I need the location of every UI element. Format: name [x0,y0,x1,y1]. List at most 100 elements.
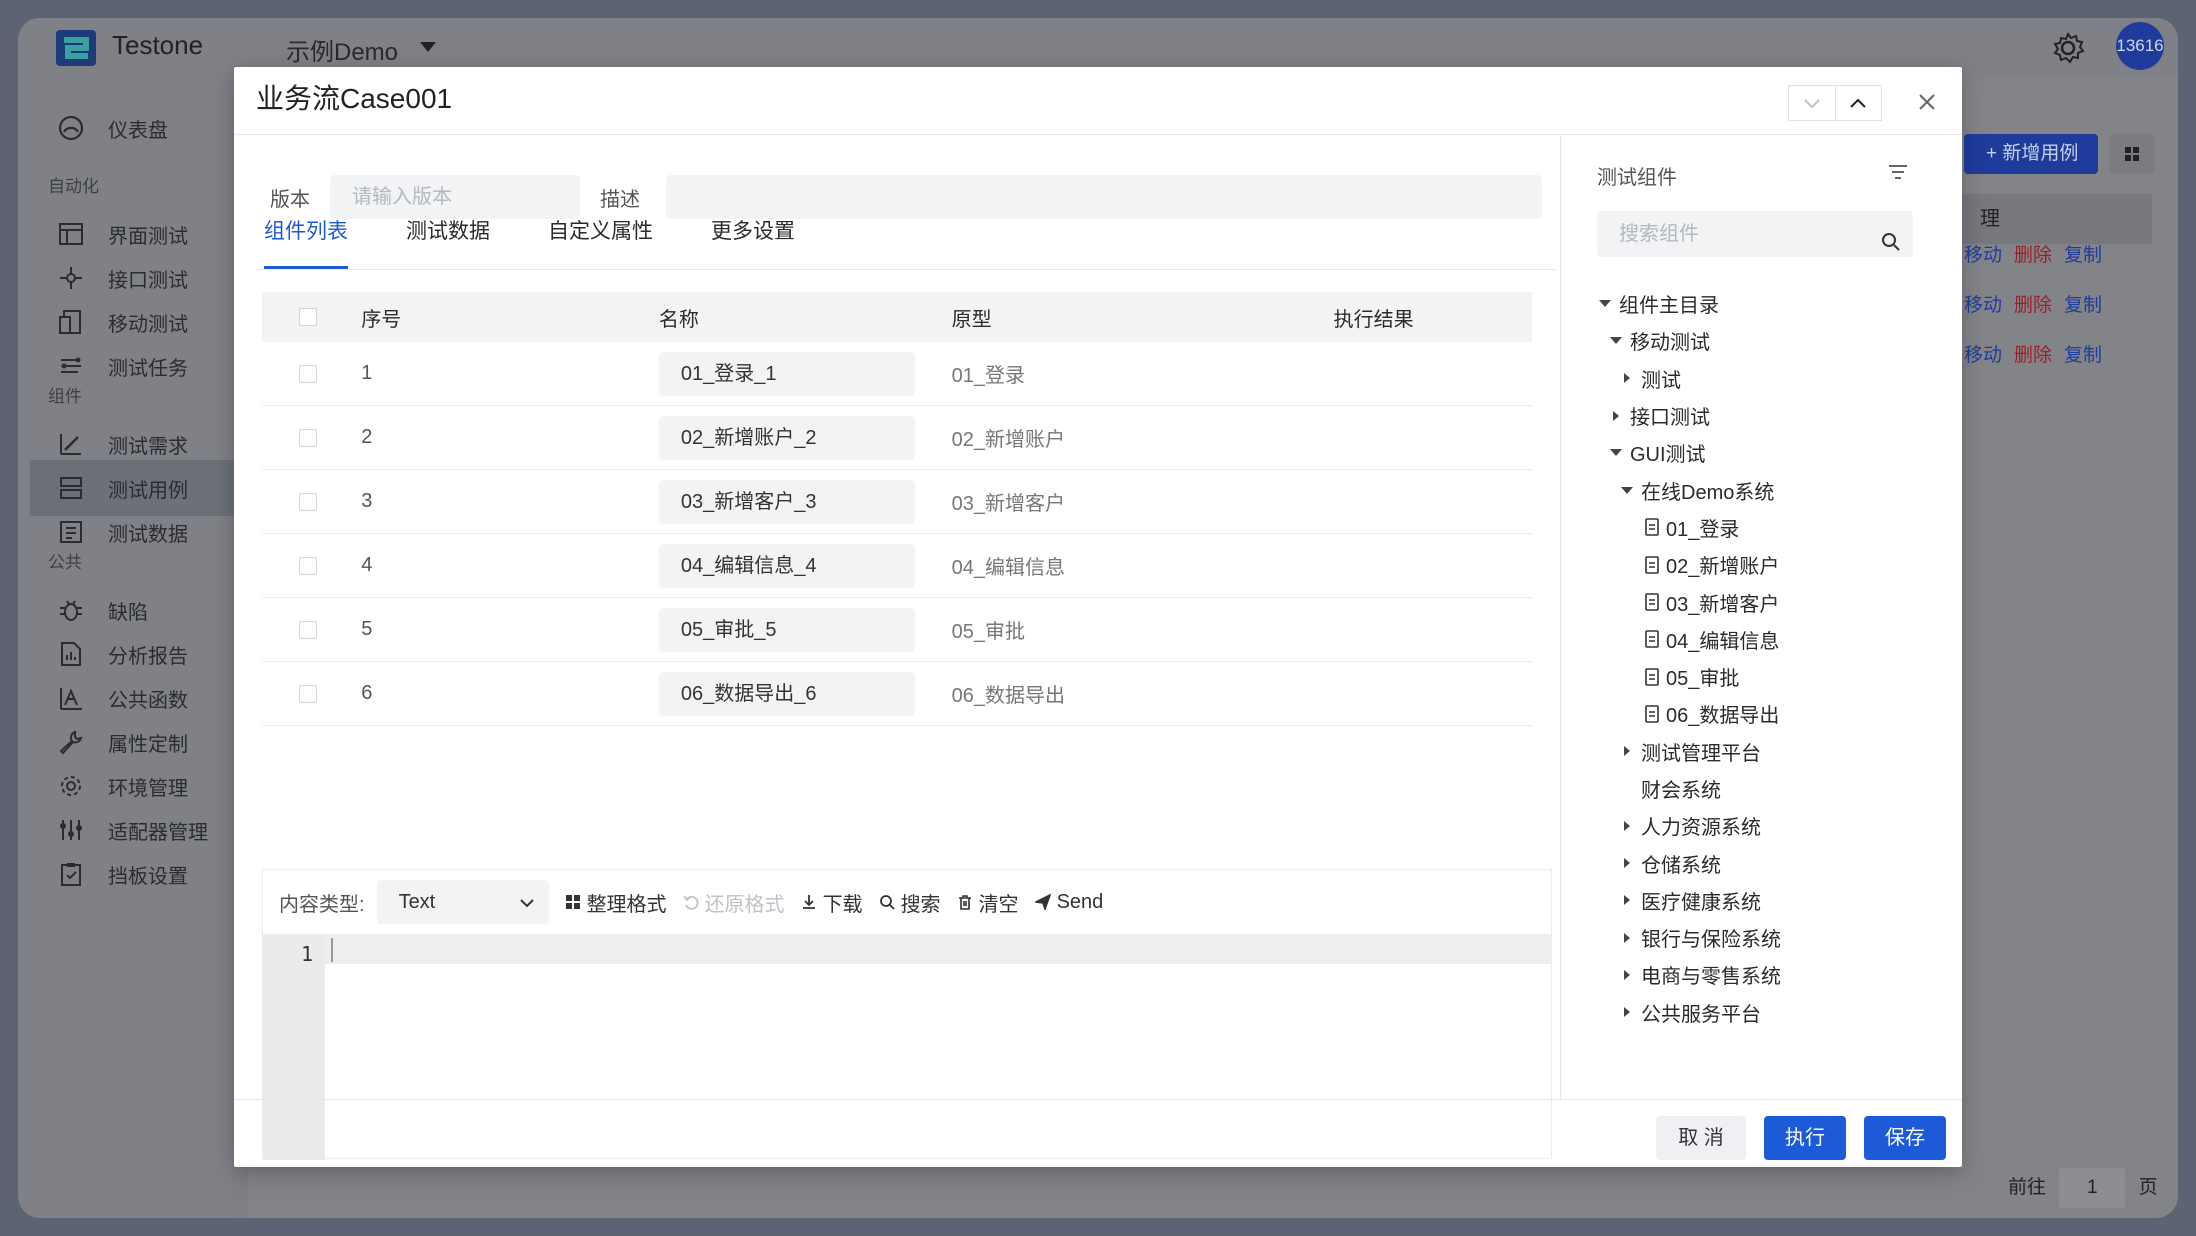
row-checkbox[interactable] [298,492,317,511]
tree-node[interactable]: GUI测试 [1597,434,1937,471]
caret-right-icon[interactable] [1619,967,1635,983]
content-type-select[interactable]: Text [376,880,549,924]
table-row[interactable]: 1 01_登录_1 01_登录 [262,342,1532,406]
sidebar-item-mock[interactable]: 挡板设置 [30,846,240,902]
row-checkbox[interactable] [298,556,317,575]
tree-node[interactable]: 银行与保险系统 [1597,919,1937,956]
tree-node[interactable]: 04_编辑信息 [1597,621,1937,658]
delete-link[interactable]: 删除 [2014,345,2052,366]
component-search-input[interactable]: 搜索组件 [1597,211,1913,257]
tree-node[interactable]: 仓储系统 [1597,844,1937,881]
delete-link[interactable]: 删除 [2014,295,2052,316]
tab-more-settings[interactable]: 更多设置 [711,215,795,255]
restore-format-button[interactable]: 还原格式 [682,888,785,917]
row-checkbox[interactable] [298,364,317,383]
user-avatar[interactable]: 13616 [2116,22,2164,70]
search-button[interactable]: 搜索 [879,888,941,917]
row-name-field[interactable]: 01_登录_1 [658,351,915,396]
tree-node[interactable]: 03_新增客户 [1597,583,1937,620]
tab-component-list[interactable]: 组件列表 [264,215,348,269]
adapter-icon [56,815,86,845]
caret-right-icon[interactable] [1619,855,1635,871]
table-row[interactable]: 4 04_编辑信息_4 04_编辑信息 [262,534,1532,598]
settings-gear-icon[interactable] [2050,30,2086,66]
row-name-field[interactable]: 02_新增账户_2 [658,415,915,460]
tree-node[interactable]: 公共服务平台 [1597,994,1937,1031]
caret-down-icon[interactable] [1597,296,1613,312]
tree-node[interactable]: 组件主目录 [1597,285,1937,322]
row-checkbox[interactable] [298,428,317,447]
format-button[interactable]: 整理格式 [565,888,667,917]
save-button[interactable]: 保存 [1864,1116,1946,1160]
run-button[interactable]: 执行 [1764,1116,1846,1160]
version-input[interactable] [330,175,580,219]
tree-node[interactable]: 在线Demo系统 [1597,471,1937,508]
tree-node[interactable]: 医疗健康系统 [1597,882,1937,919]
copy-link[interactable]: 复制 [2064,245,2102,266]
caret-right-icon[interactable] [1619,1004,1635,1020]
tree-node[interactable]: 05_审批 [1597,658,1937,695]
move-link[interactable]: 移动 [1964,345,2002,366]
description-input[interactable] [666,175,1542,219]
caret-right-icon[interactable] [1619,818,1635,834]
download-button[interactable]: 下载 [801,888,863,917]
move-link[interactable]: 移动 [1964,245,2002,266]
grid-icon [565,894,581,910]
row-name-field[interactable]: 04_编辑信息_4 [658,543,915,588]
tree-node[interactable]: 人力资源系统 [1597,807,1937,844]
add-case-button[interactable]: + 新增用例 [1964,134,2098,174]
caret-down-icon[interactable] [420,42,436,52]
caret-right-icon[interactable] [1608,408,1624,424]
search-icon[interactable] [1881,223,1901,269]
send-button[interactable]: Send [1034,891,1103,914]
tab-custom-attributes[interactable]: 自定义属性 [548,215,653,255]
tab-test-data[interactable]: 测试数据 [406,215,490,255]
record-navigation [1788,85,1882,121]
table-row[interactable]: 2 02_新增账户_2 02_新增账户 [262,406,1532,470]
caret-down-icon[interactable] [1608,445,1624,461]
sidebar-item-label: 缺陷 [108,601,148,624]
tree-node[interactable]: 财会系统 [1597,770,1937,807]
tree-node[interactable]: 电商与零售系统 [1597,956,1937,993]
row-actions: 移动 删除 复制 [1964,290,2114,317]
table-row[interactable]: 6 06_数据导出_6 06_数据导出 [262,662,1532,726]
cancel-button[interactable]: 取 消 [1656,1116,1746,1160]
tree-node[interactable]: 移动测试 [1597,322,1937,359]
row-name-field[interactable]: 05_审批_5 [658,607,915,652]
pager-page-input[interactable]: 1 [2059,1168,2126,1208]
caret-right-icon[interactable] [1619,370,1635,386]
tree-node[interactable]: 06_数据导出 [1597,695,1937,732]
table-row[interactable]: 5 05_审批_5 05_审批 [262,598,1532,662]
row-checkbox[interactable] [298,684,317,703]
tree-node[interactable]: 测试 [1597,360,1937,397]
tree-node[interactable]: 02_新增账户 [1597,546,1937,583]
document-icon [1644,630,1660,649]
caret-down-icon[interactable] [1619,482,1635,498]
caret-right-icon[interactable] [1619,743,1635,759]
select-all-checkbox[interactable] [298,308,317,326]
chevron-down-icon[interactable] [1789,86,1835,120]
copy-link[interactable]: 复制 [2064,345,2102,366]
row-checkbox[interactable] [298,620,317,639]
chevron-up-icon[interactable] [1834,86,1881,120]
copy-link[interactable]: 复制 [2064,295,2102,316]
active-line-highlight [325,934,1551,964]
caret-right-icon[interactable] [1619,930,1635,946]
filter-icon[interactable] [1887,161,1909,188]
clear-button[interactable]: 清空 [957,888,1019,917]
sidebar-item-dashboard[interactable]: 仪表盘 [30,100,240,156]
table-row[interactable]: 3 03_新增客户_3 03_新增客户 [262,470,1532,534]
tree-node[interactable]: 测试管理平台 [1597,733,1937,770]
tree-node[interactable]: 接口测试 [1597,397,1937,434]
text-cursor [331,938,333,962]
delete-link[interactable]: 删除 [2014,245,2052,266]
row-name-field[interactable]: 03_新增客户_3 [658,479,915,524]
caret-right-icon[interactable] [1619,892,1635,908]
tree-node[interactable]: 01_登录 [1597,509,1937,546]
close-icon[interactable] [1910,85,1944,119]
project-selector[interactable]: 示例Demo [286,32,398,67]
row-name-field[interactable]: 06_数据导出_6 [658,671,915,716]
caret-down-icon[interactable] [1608,333,1624,349]
grid-view-icon[interactable] [2110,134,2154,174]
move-link[interactable]: 移动 [1964,295,2002,316]
